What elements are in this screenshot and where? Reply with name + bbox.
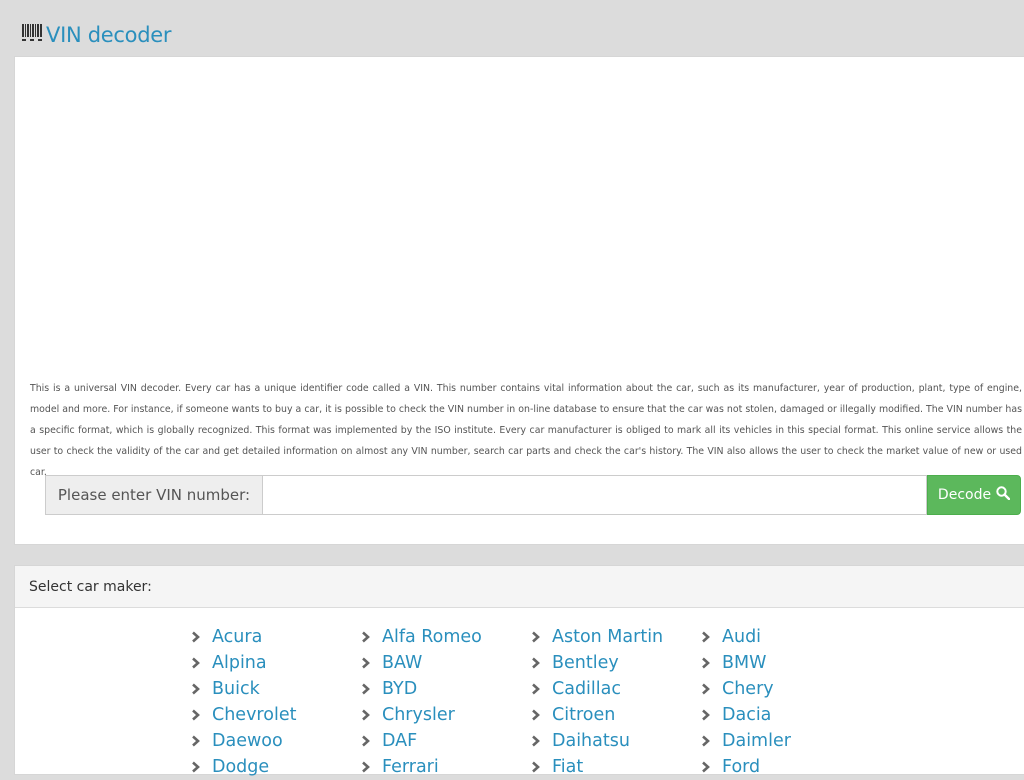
car-maker-panel: Select car maker: Acura Alfa Romeo Aston M… bbox=[14, 565, 1024, 777]
chevron-right-icon bbox=[702, 683, 710, 695]
car-maker-label: Citroen bbox=[552, 705, 616, 725]
chevron-right-icon bbox=[532, 631, 540, 643]
vin-input[interactable] bbox=[263, 475, 927, 515]
car-maker-link[interactable]: Daihatsu bbox=[531, 728, 701, 754]
car-maker-link[interactable]: Chrysler bbox=[361, 702, 531, 728]
car-maker-label: Ferrari bbox=[382, 757, 439, 777]
vin-form: Please enter VIN number: Decode bbox=[45, 475, 1021, 515]
search-icon bbox=[996, 486, 1011, 504]
barcode-icon bbox=[22, 24, 42, 46]
car-maker-link[interactable]: Bentley bbox=[531, 650, 701, 676]
car-maker-link[interactable]: Daewoo bbox=[191, 728, 361, 754]
car-maker-link[interactable]: Daimler bbox=[701, 728, 871, 754]
chevron-right-icon bbox=[192, 709, 200, 721]
car-maker-link[interactable]: BMW bbox=[701, 650, 871, 676]
car-maker-label: Chery bbox=[722, 679, 774, 699]
car-maker-label: Dacia bbox=[722, 705, 772, 725]
car-maker-label: BAW bbox=[382, 653, 423, 673]
chevron-right-icon bbox=[192, 761, 200, 773]
car-maker-link[interactable]: Dacia bbox=[701, 702, 871, 728]
vin-decoder-panel: This is a universal VIN decoder. Every c… bbox=[14, 56, 1024, 545]
car-maker-link[interactable]: BAW bbox=[361, 650, 531, 676]
car-maker-list: Acura Alfa Romeo Aston Martin Audi Alpina BAW… bbox=[191, 624, 891, 780]
chevron-right-icon bbox=[532, 761, 540, 773]
decode-button[interactable]: Decode bbox=[927, 475, 1021, 515]
car-maker-link[interactable]: Chevrolet bbox=[191, 702, 361, 728]
chevron-right-icon bbox=[532, 657, 540, 669]
chevron-right-icon bbox=[702, 631, 710, 643]
chevron-right-icon bbox=[702, 735, 710, 747]
car-maker-link[interactable]: Citroen bbox=[531, 702, 701, 728]
car-maker-label: Ford bbox=[722, 757, 761, 777]
car-maker-link[interactable]: Dodge bbox=[191, 754, 361, 780]
site-title[interactable]: VIN decoder bbox=[46, 23, 171, 47]
car-maker-label: Fiat bbox=[552, 757, 584, 777]
chevron-right-icon bbox=[362, 631, 370, 643]
chevron-right-icon bbox=[362, 709, 370, 721]
chevron-right-icon bbox=[702, 709, 710, 721]
car-maker-link[interactable]: BYD bbox=[361, 676, 531, 702]
chevron-right-icon bbox=[362, 657, 370, 669]
car-maker-label: Daewoo bbox=[212, 731, 283, 751]
chevron-right-icon bbox=[362, 761, 370, 773]
car-maker-label: Aston Martin bbox=[552, 627, 664, 647]
chevron-right-icon bbox=[532, 735, 540, 747]
car-maker-label: Chrysler bbox=[382, 705, 455, 725]
car-maker-label: Alfa Romeo bbox=[382, 627, 482, 647]
chevron-right-icon bbox=[362, 735, 370, 747]
car-maker-link[interactable]: Acura bbox=[191, 624, 361, 650]
chevron-right-icon bbox=[192, 735, 200, 747]
car-maker-label: Daihatsu bbox=[552, 731, 630, 751]
car-maker-label: Alpina bbox=[212, 653, 267, 673]
car-maker-heading: Select car maker: bbox=[15, 566, 1024, 608]
decode-button-label: Decode bbox=[937, 487, 992, 503]
chevron-right-icon bbox=[192, 631, 200, 643]
vin-input-label: Please enter VIN number: bbox=[45, 475, 263, 515]
car-maker-link[interactable]: Chery bbox=[701, 676, 871, 702]
chevron-right-icon bbox=[192, 683, 200, 695]
car-maker-link[interactable]: Ford bbox=[701, 754, 871, 780]
chevron-right-icon bbox=[192, 657, 200, 669]
chevron-right-icon bbox=[702, 657, 710, 669]
car-maker-label: DAF bbox=[382, 731, 418, 751]
chevron-right-icon bbox=[532, 683, 540, 695]
car-maker-label: Buick bbox=[212, 679, 260, 699]
car-maker-label: Audi bbox=[722, 627, 762, 647]
car-maker-label: Chevrolet bbox=[212, 705, 297, 725]
site-header: VIN decoder bbox=[22, 20, 171, 50]
ad-space bbox=[15, 57, 1024, 377]
car-maker-link[interactable]: DAF bbox=[361, 728, 531, 754]
car-maker-label: Acura bbox=[212, 627, 263, 647]
chevron-right-icon bbox=[362, 683, 370, 695]
car-maker-label: BYD bbox=[382, 679, 418, 699]
car-maker-link[interactable]: Fiat bbox=[531, 754, 701, 780]
car-maker-link[interactable]: Aston Martin bbox=[531, 624, 701, 650]
car-maker-link[interactable]: Ferrari bbox=[361, 754, 531, 780]
car-maker-link[interactable]: Audi bbox=[701, 624, 871, 650]
car-maker-label: Daimler bbox=[722, 731, 791, 751]
car-maker-link[interactable]: Alpina bbox=[191, 650, 361, 676]
car-maker-label: BMW bbox=[722, 653, 767, 673]
car-maker-link[interactable]: Cadillac bbox=[531, 676, 701, 702]
intro-text: This is a universal VIN decoder. Every c… bbox=[30, 383, 1022, 478]
car-maker-link[interactable]: Alfa Romeo bbox=[361, 624, 531, 650]
chevron-right-icon bbox=[532, 709, 540, 721]
car-maker-link[interactable]: Buick bbox=[191, 676, 361, 702]
car-maker-label: Bentley bbox=[552, 653, 619, 673]
car-maker-label: Cadillac bbox=[552, 679, 621, 699]
car-maker-label: Dodge bbox=[212, 757, 270, 777]
chevron-right-icon bbox=[702, 761, 710, 773]
